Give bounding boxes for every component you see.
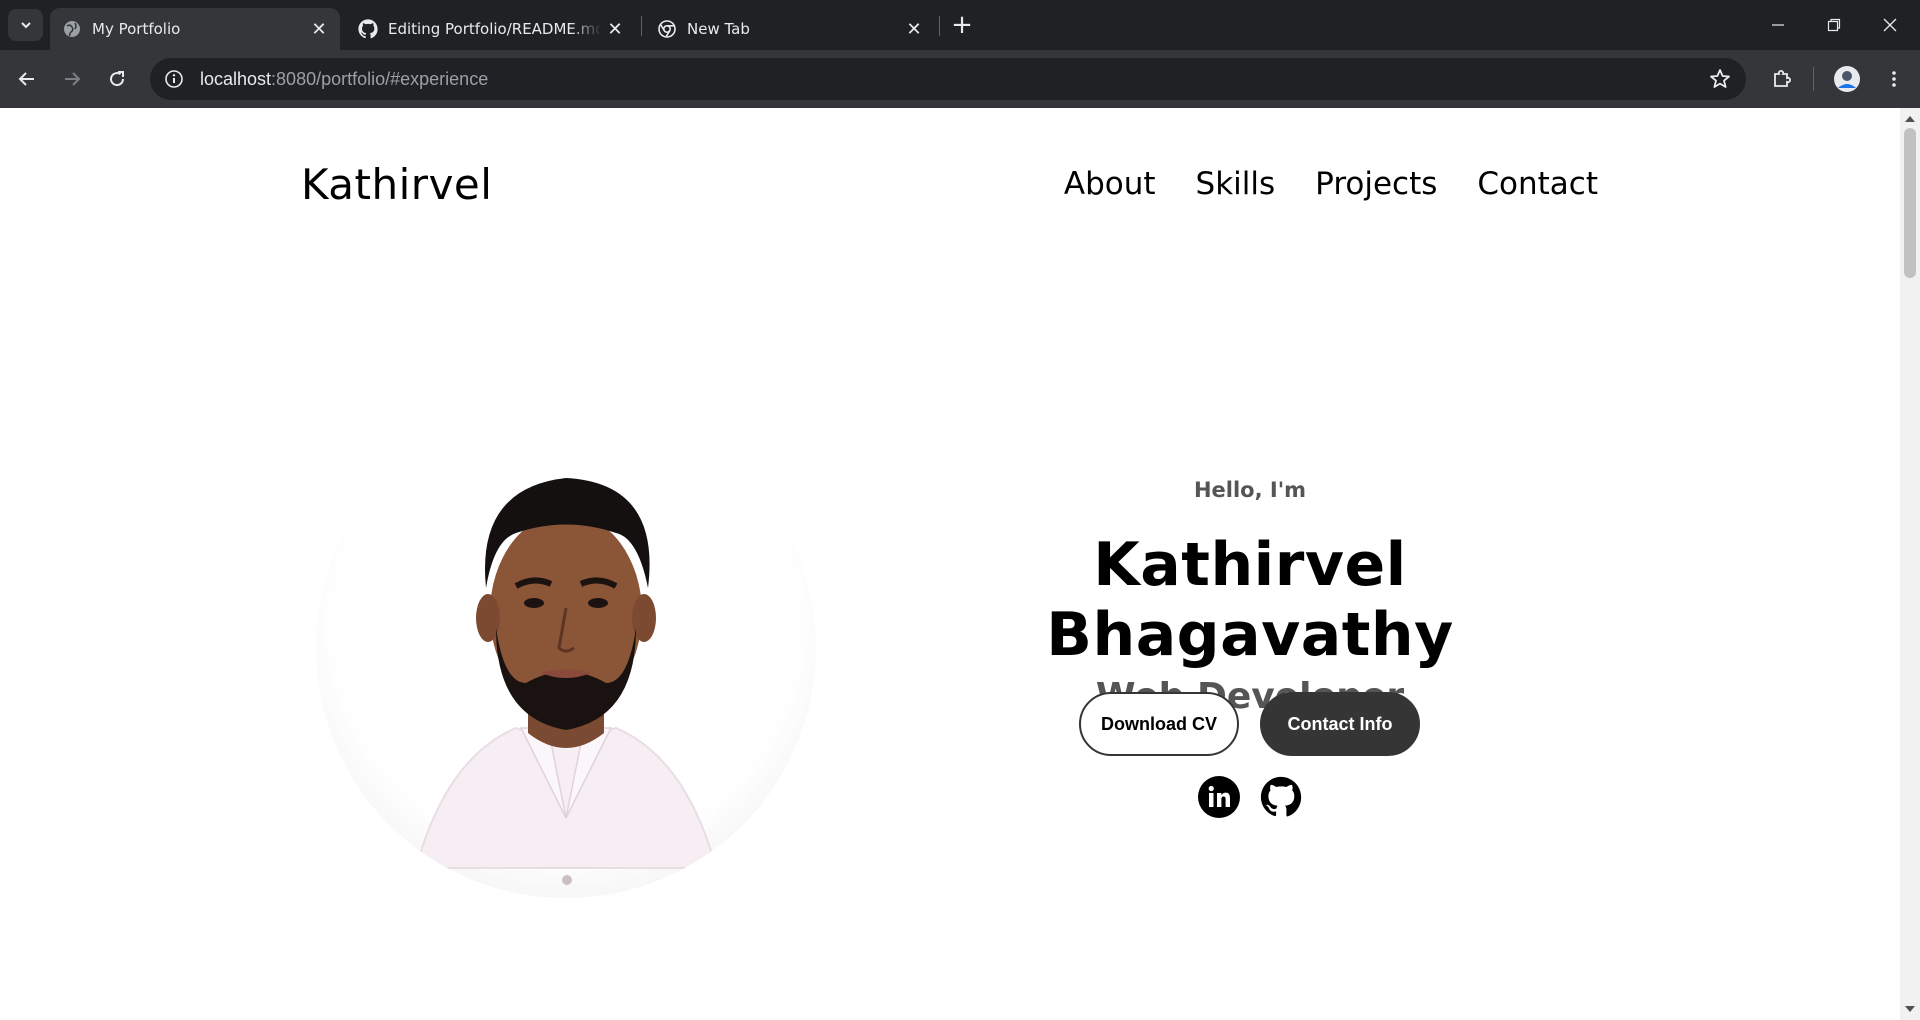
page-scrollbar[interactable] [1900,108,1920,1020]
main-nav: About Skills Projects Contact [1064,166,1598,202]
minimize-icon [1772,24,1784,26]
page-viewport: Kathirvel About Skills Projects Contact [0,108,1900,1020]
scroll-down-arrow[interactable] [1905,1006,1915,1012]
tab-title: Editing Portfolio/README.md at [388,20,602,38]
close-tab-icon[interactable]: ✕ [901,16,927,42]
tab-title: New Tab [687,20,750,38]
avatar [1834,66,1860,92]
tab-bar: My Portfolio ✕ Editing Portfolio/README.… [0,0,1920,50]
download-cv-button[interactable]: Download CV [1079,692,1239,756]
globe-icon [62,19,82,39]
close-icon [1883,18,1897,32]
reload-icon [110,71,125,87]
tab-search-button[interactable] [8,9,43,41]
hero-name: Kathirvel Bhagavathy [1046,530,1454,670]
address-bar[interactable]: localhost:8080/portfolio/#experience [150,58,1746,100]
restore-button[interactable] [1806,0,1862,50]
tab-separator [641,16,642,36]
arrow-right-icon [65,72,81,86]
tab-editing-readme[interactable]: Editing Portfolio/README.md at ✕ [346,8,636,50]
browser-toolbar: localhost:8080/portfolio/#experience [0,50,1920,108]
minimize-button[interactable] [1750,0,1806,50]
contact-info-button[interactable]: Contact Info [1260,692,1420,756]
extensions-button[interactable] [1766,63,1798,95]
close-tab-icon[interactable]: ✕ [602,16,628,42]
url-text: localhost:8080/portfolio/#experience [200,69,488,90]
kebab-menu-icon [1892,71,1896,87]
github-icon [358,19,378,39]
url-host: localhost [200,68,272,89]
reload-button[interactable] [101,63,133,95]
chevron-down-icon [20,22,31,29]
site-info-icon[interactable] [162,67,186,91]
restore-icon [1827,18,1841,32]
profile-button[interactable] [1831,63,1863,95]
scrollbar-thumb[interactable] [1904,128,1916,278]
forward-button[interactable] [56,63,88,95]
tab-separator [939,16,940,36]
menu-button[interactable] [1878,63,1910,95]
nav-projects[interactable]: Projects [1315,166,1437,202]
chrome-icon [657,19,677,39]
close-tab-icon[interactable]: ✕ [306,16,332,42]
bookmark-star-icon[interactable] [1708,67,1732,91]
tab-new-tab[interactable]: New Tab ✕ [645,8,935,50]
close-window-button[interactable] [1862,0,1918,50]
puzzle-piece-icon [1774,70,1791,87]
arrow-left-icon [18,72,34,86]
nav-contact[interactable]: Contact [1477,166,1598,202]
tab-title: My Portfolio [92,20,181,38]
profile-photo [316,398,816,898]
url-path: :8080/portfolio/#experience [271,68,489,89]
nav-about[interactable]: About [1064,166,1156,202]
site-logo[interactable]: Kathirvel [301,160,492,209]
hero-intro: Hello, I'm Kathirvel Bhagavathy Web Deve… [900,478,1600,717]
social-links [1198,776,1302,818]
linkedin-icon[interactable] [1198,776,1240,818]
scroll-up-arrow[interactable] [1905,116,1915,122]
back-button[interactable] [11,63,43,95]
new-tab-button[interactable]: + [947,10,977,40]
hero-buttons: Download CV Contact Info [1079,692,1420,756]
greeting-text: Hello, I'm [1193,478,1307,502]
github-icon[interactable] [1260,776,1302,818]
toolbar-divider [1813,67,1814,91]
nav-skills[interactable]: Skills [1196,166,1276,202]
tab-my-portfolio[interactable]: My Portfolio ✕ [50,8,340,50]
